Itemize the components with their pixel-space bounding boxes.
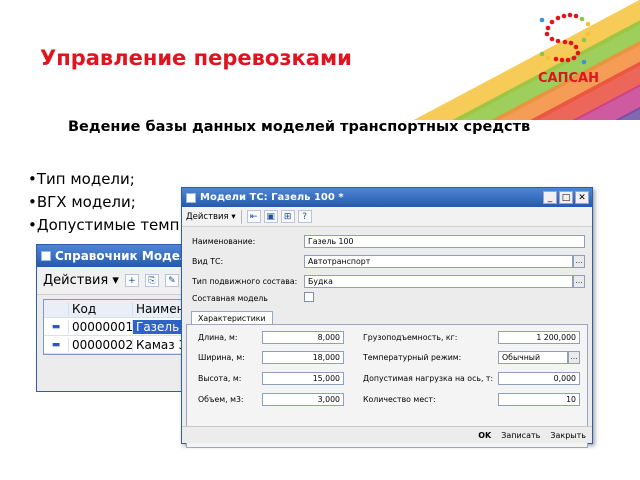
directory-title: Справочник Модел [55, 249, 189, 263]
height-label: Высота, м: [198, 374, 242, 383]
temperature-label: Температурный режим: [363, 353, 462, 362]
kind-select-button[interactable]: … [573, 255, 585, 268]
length-label: Длина, м: [198, 333, 238, 342]
slide: САПСАН Управление перевозками Ведение ба… [0, 0, 640, 480]
window-icon [186, 192, 196, 203]
add-icon[interactable]: + [124, 274, 139, 287]
volume-label: Объем, м3: [198, 395, 244, 404]
toolbar-separator [240, 209, 242, 224]
structure-icon[interactable]: ⊞ [280, 210, 295, 223]
save-close-icon[interactable]: ⇤ [246, 210, 261, 223]
bullet-item: •ВГХ модели; [28, 193, 136, 211]
slide-subtitle: Ведение базы данных моделей транспортных… [68, 119, 531, 135]
kind-field[interactable]: Автотранспорт [304, 255, 573, 268]
edit-icon[interactable]: ✎ [164, 274, 179, 287]
directory-table: Код Наимено ▬ 00000001 Газель 1 ▬ 000000… [43, 299, 199, 355]
table-row[interactable]: ▬ 00000002 Камаз 30 [44, 336, 198, 354]
copy-icon[interactable]: ⎘ [144, 274, 159, 287]
name-label: Наименование: [192, 237, 256, 246]
temperature-select-button[interactable]: … [568, 351, 580, 364]
window-icon [41, 251, 51, 261]
sapsan-logo: САПСАН [528, 10, 618, 90]
tab-characteristics[interactable]: Характеристики [191, 311, 273, 325]
close-icon[interactable]: ✕ [575, 191, 589, 204]
axle-load-field[interactable]: 0,000 [498, 372, 580, 385]
seats-label: Количество мест: [363, 395, 436, 404]
directory-toolbar: Действия ▾ + ⎘ ✎ [37, 267, 205, 295]
capacity-label: Грузоподъемность, кг: [363, 333, 458, 342]
rolling-stock-field[interactable]: Будка [304, 275, 573, 288]
rolling-stock-select-button[interactable]: … [573, 275, 585, 288]
rolling-stock-label: Тип подвижного состава: [192, 277, 298, 286]
seats-field[interactable]: 10 [498, 393, 580, 406]
form-titlebar: Модели ТС: Газель 100 * _ □ ✕ [182, 188, 592, 207]
form-button-bar: OK Записать Закрыть [182, 426, 592, 443]
row-code: 00000001 [68, 319, 133, 334]
width-field[interactable]: 18,000 [262, 351, 344, 364]
directory-titlebar: Справочник Модел [37, 245, 205, 267]
close-button[interactable]: Закрыть [550, 431, 586, 440]
form-toolbar: Действия ▾ ⇤ ▣ ⊞ ? [182, 207, 592, 227]
composite-model-checkbox[interactable] [304, 292, 314, 302]
slide-title: Управление перевозками [40, 46, 352, 70]
width-label: Ширина, м: [198, 353, 245, 362]
bullet-item: •Допустимые темп [28, 216, 180, 234]
form-title: Модели ТС: Газель 100 * [200, 192, 344, 203]
bullet-item: •Тип модели; [28, 170, 135, 188]
save-icon[interactable]: ▣ [263, 210, 278, 223]
name-field[interactable]: Газель 100 [304, 235, 585, 248]
temperature-field[interactable]: Обычный [498, 351, 568, 364]
table-header: Код Наимено [44, 300, 198, 318]
form-body: Наименование: Газель 100 Вид ТС: Автотра… [182, 228, 592, 448]
kind-label: Вид ТС: [192, 257, 224, 266]
model-form-window: Модели ТС: Газель 100 * _ □ ✕ Действия ▾… [181, 187, 593, 448]
help-icon[interactable]: ? [297, 210, 312, 223]
save-button[interactable]: Записать [501, 431, 540, 440]
height-field[interactable]: 15,000 [262, 372, 344, 385]
logo-text: САПСАН [538, 71, 599, 86]
table-row[interactable]: ▬ 00000001 Газель 1 [44, 318, 198, 336]
bullet-list: •Тип модели; •ВГХ модели; •Допустимые те… [28, 168, 179, 237]
length-field[interactable]: 8,000 [262, 331, 344, 344]
actions-menu-button[interactable]: Действия ▾ [43, 273, 119, 288]
capacity-field[interactable]: 1 200,000 [498, 331, 580, 344]
maximize-icon[interactable]: □ [559, 191, 573, 204]
axle-load-label: Допустимая нагрузка на ось, т: [363, 374, 494, 383]
row-code: 00000002 [68, 337, 133, 352]
row-icon: ▬ [51, 339, 61, 350]
volume-field[interactable]: 3,000 [262, 393, 344, 406]
row-icon: ▬ [51, 321, 61, 332]
ok-button[interactable]: OK [478, 431, 491, 440]
column-header-code[interactable]: Код [68, 301, 132, 316]
composite-model-label: Составная модель [192, 294, 268, 303]
actions-menu-button[interactable]: Действия ▾ [186, 212, 236, 222]
minimize-icon[interactable]: _ [543, 191, 557, 204]
